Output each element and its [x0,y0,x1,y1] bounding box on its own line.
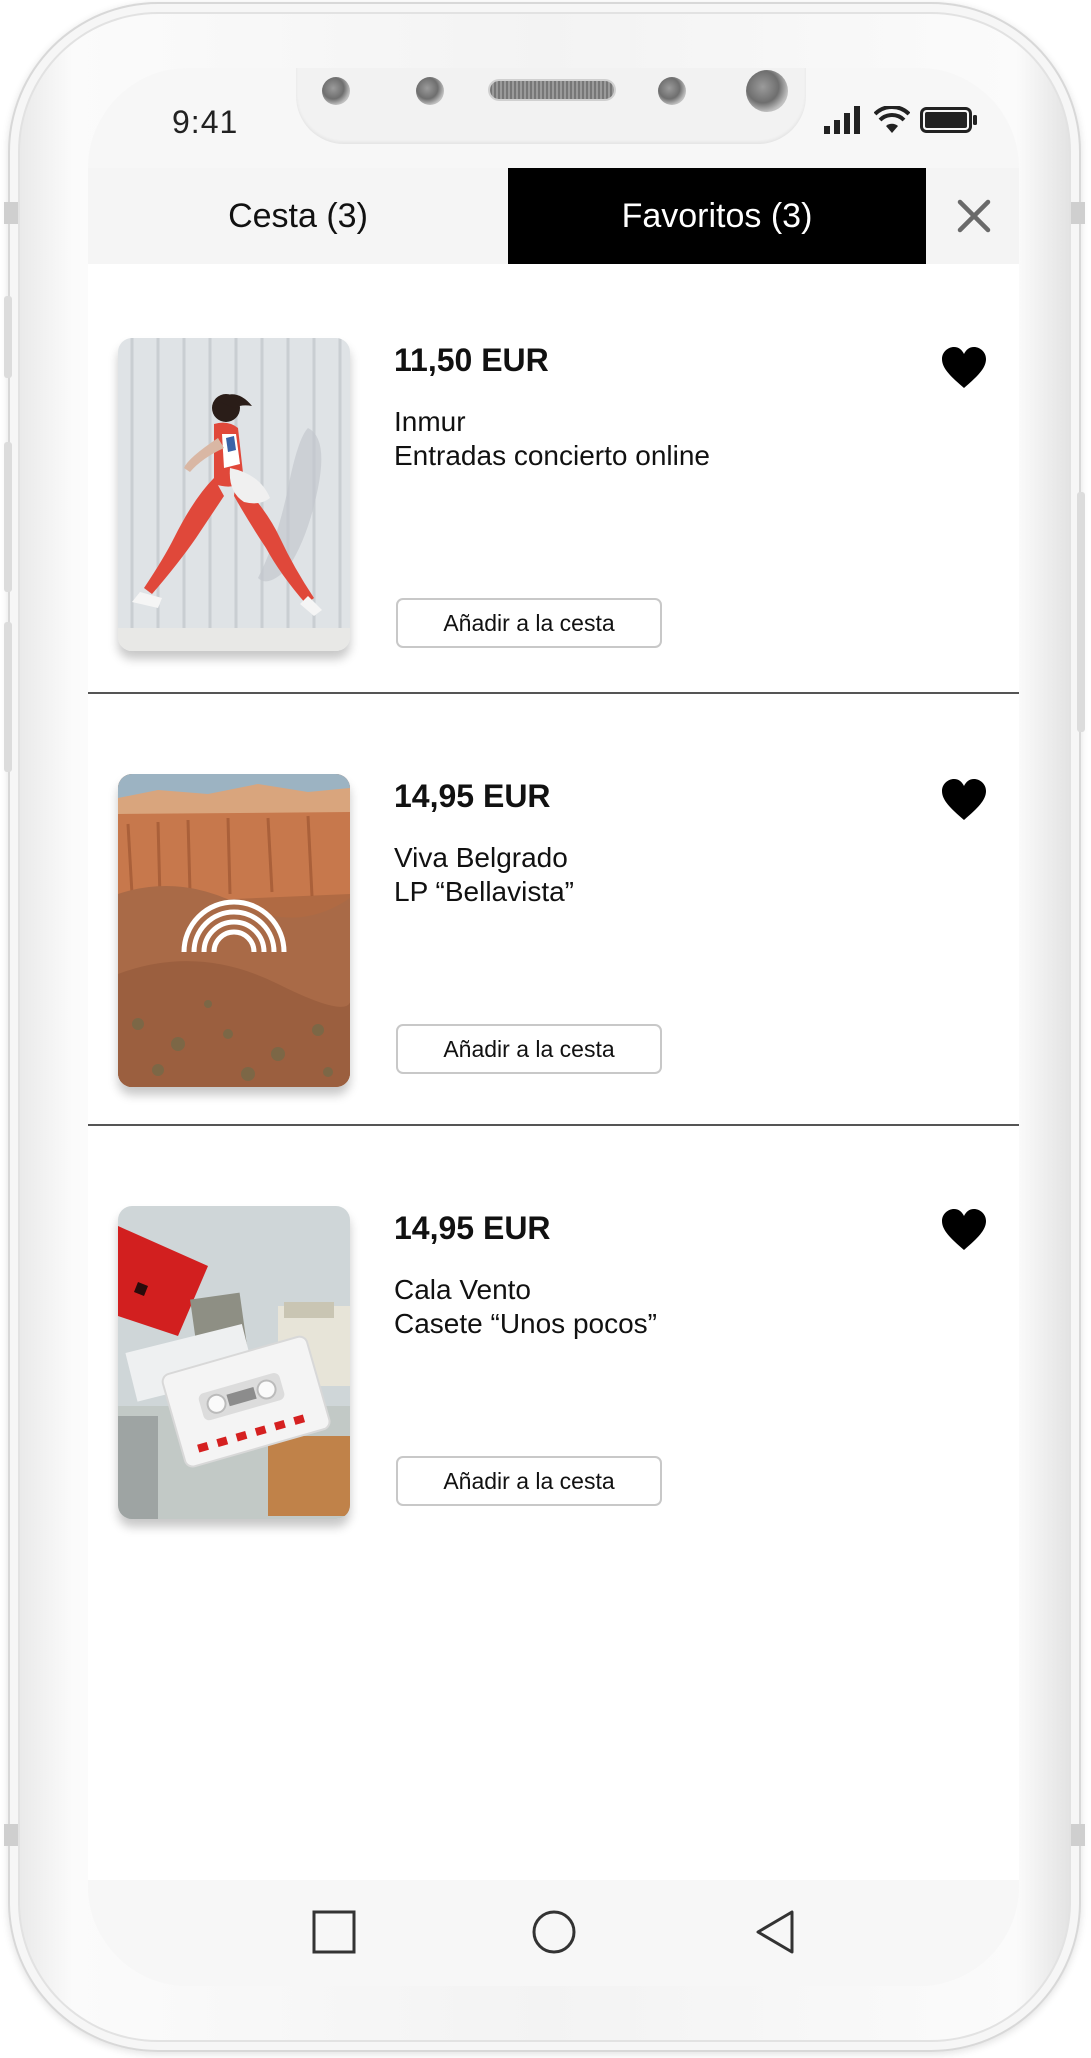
tab-favoritos[interactable]: Favoritos (3) [508,168,926,264]
square-icon[interactable] [310,1908,358,1956]
side-button-left-1 [4,296,12,378]
item-price: 11,50 EUR [394,342,549,378]
sensor-dot-icon [322,77,350,105]
product-image[interactable] [118,338,350,651]
item-artist: Cala Vento [394,1274,531,1305]
signal-icon [824,106,860,134]
phone-screen: 9:41 Cesta (3) Favoritos (3) 11,50 EUR I… [88,68,1019,1986]
heart-icon[interactable] [940,778,988,822]
phone-frame: 9:41 Cesta (3) Favoritos (3) 11,50 EUR I… [4,2,1085,2052]
bottom-nav-bar [88,1880,1019,1986]
status-time: 9:41 [172,104,239,140]
heart-icon[interactable] [940,1208,988,1252]
item-product: Casete “Unos pocos” [394,1308,658,1339]
canyon-photo [118,774,350,1087]
item-product: Entradas concierto online [394,440,710,471]
back-triangle-icon[interactable] [752,1908,800,1956]
add-to-cart-button[interactable]: Añadir a la cesta [396,1024,662,1074]
status-icons [824,106,978,134]
earpiece-speaker [490,81,614,99]
antenna-band [4,1824,18,1846]
item-price: 14,95 EUR [394,778,551,814]
item-product: LP “Bellavista” [394,876,575,907]
tab-bar: Cesta (3) Favoritos (3) [88,168,1019,264]
antenna-band [4,202,18,224]
side-button-left-3 [4,622,12,772]
add-to-cart-button[interactable]: Añadir a la cesta [396,598,662,648]
heart-icon[interactable] [940,346,988,390]
battery-icon [920,107,977,133]
list-item: 11,50 EUR Inmur Entradas concierto onlin… [88,264,1019,694]
list-item: 14,95 EUR Viva Belgrado LP “Bellavista” … [88,694,1019,1124]
item-artist: Inmur [394,406,466,437]
side-button-right [1077,492,1085,732]
close-icon[interactable] [954,196,994,236]
add-to-cart-button[interactable]: Añadir a la cesta [396,1456,662,1506]
wifi-icon [874,106,910,133]
product-image[interactable] [118,774,350,1087]
product-image[interactable] [118,1206,350,1519]
side-button-left-2 [4,442,12,592]
cassette-photo [118,1206,350,1519]
runner-photo [118,338,350,651]
favorites-list: 11,50 EUR Inmur Entradas concierto onlin… [88,264,1019,1880]
sensor-dot-icon [416,77,444,105]
item-artist: Viva Belgrado [394,842,568,873]
circle-icon[interactable] [530,1908,578,1956]
tab-cesta[interactable]: Cesta (3) [88,168,508,264]
antenna-band [1071,202,1085,224]
sensor-dot-icon [658,77,686,105]
front-camera-icon [746,70,788,112]
list-item: 14,95 EUR Cala Vento Casete “Unos pocos”… [88,1126,1019,1556]
item-price: 14,95 EUR [394,1210,551,1246]
status-bar: 9:41 [88,68,1019,168]
notch [296,68,806,144]
antenna-band [1071,1824,1085,1846]
